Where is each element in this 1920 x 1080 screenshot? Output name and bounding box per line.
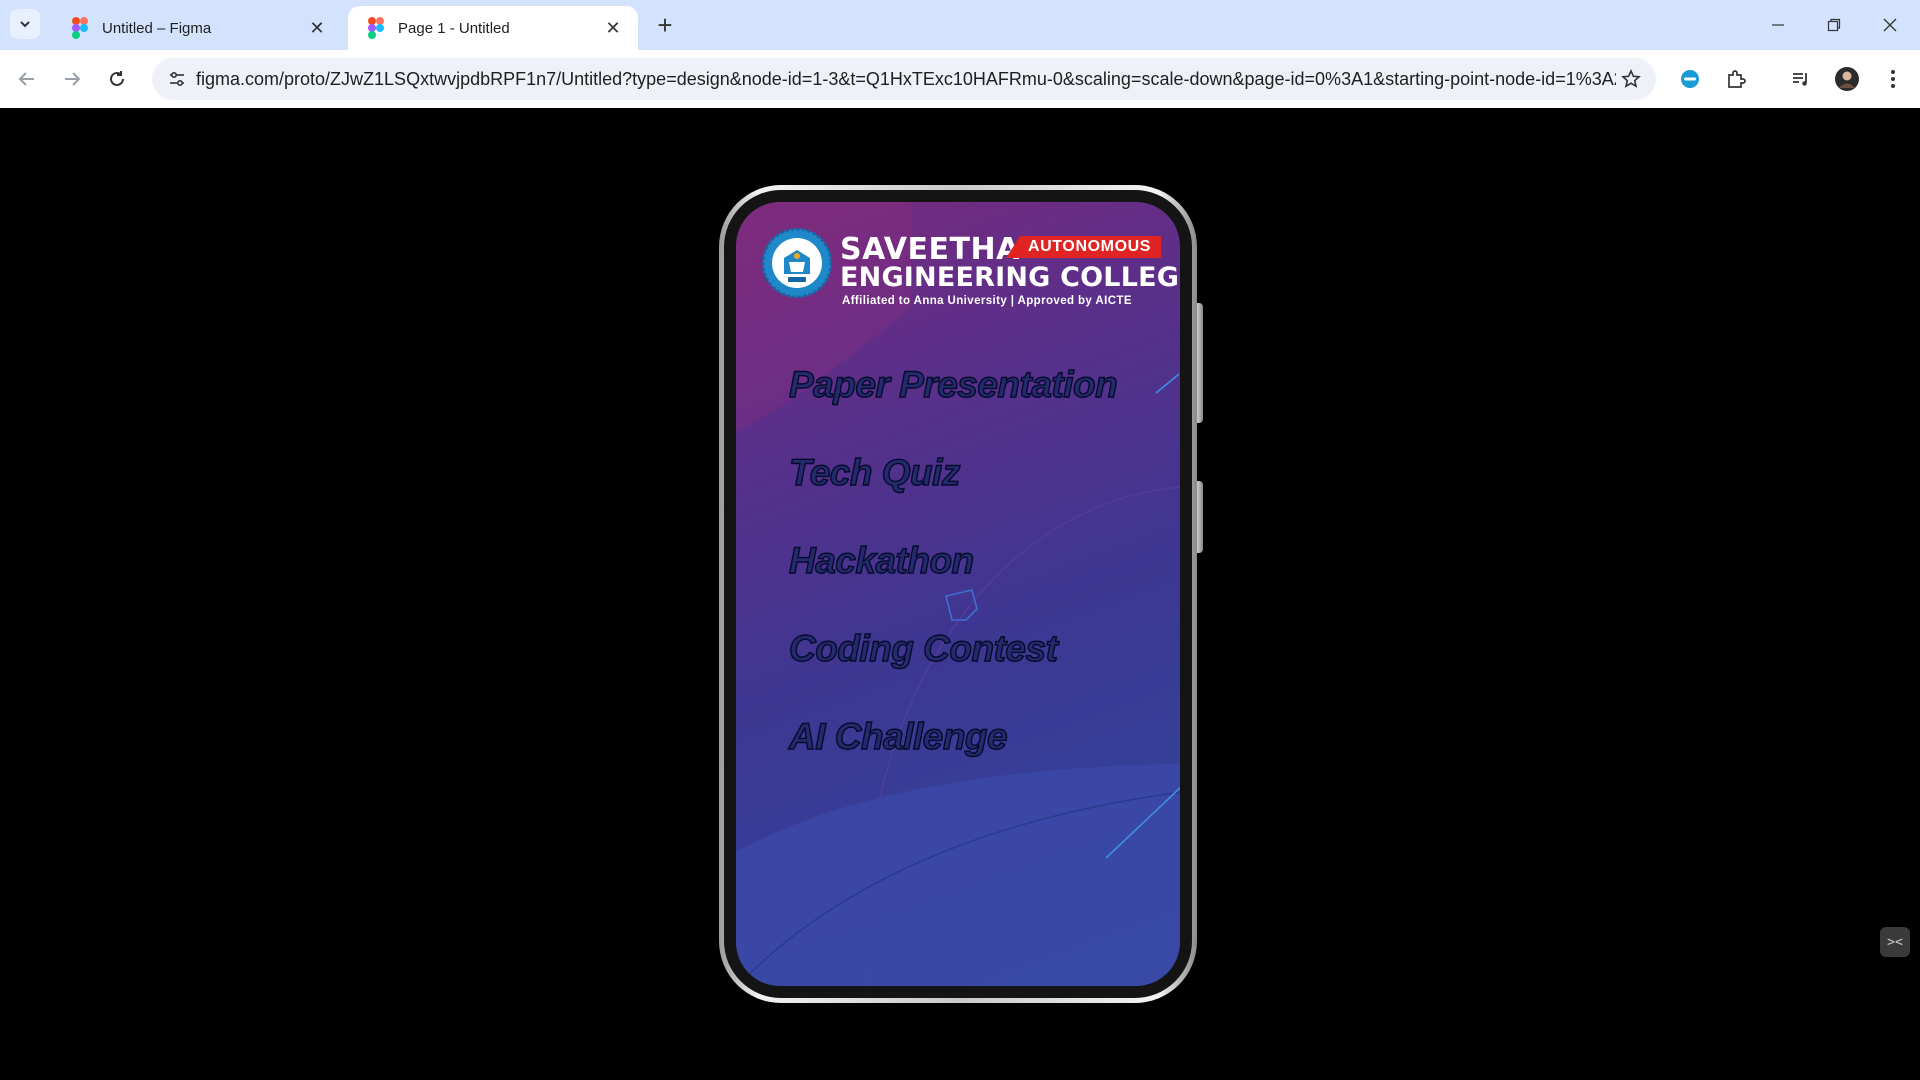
background-decoration — [736, 202, 1180, 986]
college-emblem-icon — [762, 228, 832, 298]
extensions-puzzle-icon[interactable] — [1719, 62, 1753, 96]
forward-button[interactable] — [55, 62, 89, 96]
phone-side-button — [1196, 303, 1203, 423]
arrow-right-icon — [65, 72, 81, 86]
figma-icon — [368, 17, 384, 39]
reload-icon — [110, 71, 124, 86]
close-window-button[interactable] — [1862, 0, 1918, 50]
event-coding-contest[interactable]: Coding Contest — [788, 627, 1058, 670]
phone-side-button — [1196, 481, 1203, 553]
back-button[interactable] — [10, 62, 44, 96]
event-hackathon[interactable]: Hackathon — [788, 539, 975, 582]
college-tagline: Affiliated to Anna University | Approved… — [842, 295, 1132, 307]
college-logo: SAVEETHA AUTONOMOUS ENGINEERING COLLEGE … — [762, 228, 1180, 308]
arrow-left-icon — [18, 72, 34, 86]
event-ai-challenge[interactable]: AI Challenge — [788, 715, 1008, 758]
prototype-viewport: SAVEETHA AUTONOMOUS ENGINEERING COLLEGE … — [0, 108, 1920, 1080]
site-info-icon[interactable] — [162, 64, 192, 94]
browser-toolbar: figma.com/proto/ZJwZ1LSQxtwvjpdbRPF1n7/U… — [0, 50, 1920, 108]
address-bar[interactable]: figma.com/proto/ZJwZ1LSQxtwvjpdbRPF1n7/U… — [152, 58, 1656, 100]
extension-pin-icon[interactable] — [1673, 62, 1707, 96]
reload-button[interactable] — [100, 62, 134, 96]
browser-menu-icon[interactable] — [1876, 62, 1910, 96]
media-controls-icon[interactable] — [1784, 62, 1818, 96]
minimize-icon — [1772, 24, 1784, 26]
url-text[interactable]: figma.com/proto/ZJwZ1LSQxtwvjpdbRPF1n7/U… — [196, 58, 1616, 100]
bookmark-star-icon[interactable] — [1616, 64, 1646, 94]
tab-title: Untitled – Figma — [102, 19, 212, 37]
prototype-options-icon[interactable]: >< — [1880, 927, 1910, 957]
restore-icon — [1827, 18, 1841, 32]
event-paper-presentation[interactable]: Paper Presentation — [788, 363, 1118, 406]
profile-avatar[interactable] — [1830, 62, 1864, 96]
close-icon — [1883, 18, 1897, 32]
chevron-down-icon — [20, 21, 30, 28]
new-tab-button[interactable]: + — [650, 10, 680, 40]
tab-figma[interactable]: Untitled – Figma ✕ — [52, 6, 342, 50]
app-screen: SAVEETHA AUTONOMOUS ENGINEERING COLLEGE … — [736, 202, 1180, 986]
close-icon[interactable]: ✕ — [602, 17, 624, 39]
tab-title: Page 1 - Untitled — [398, 19, 510, 37]
minimize-button[interactable] — [1750, 0, 1806, 50]
restore-button[interactable] — [1806, 0, 1862, 50]
autonomous-badge: AUTONOMOUS — [1006, 236, 1162, 258]
tab-strip: Untitled – Figma ✕ Page 1 - Untitled ✕ + — [0, 0, 1920, 50]
tab-search-button[interactable] — [10, 9, 40, 39]
phone-frame: SAVEETHA AUTONOMOUS ENGINEERING COLLEGE … — [719, 185, 1197, 1003]
college-name-line2: ENGINEERING COLLEGE — [840, 262, 1180, 293]
close-icon[interactable]: ✕ — [306, 17, 328, 39]
event-tech-quiz[interactable]: Tech Quiz — [788, 451, 961, 494]
figma-icon — [72, 17, 88, 39]
tab-prototype[interactable]: Page 1 - Untitled ✕ — [348, 6, 638, 50]
